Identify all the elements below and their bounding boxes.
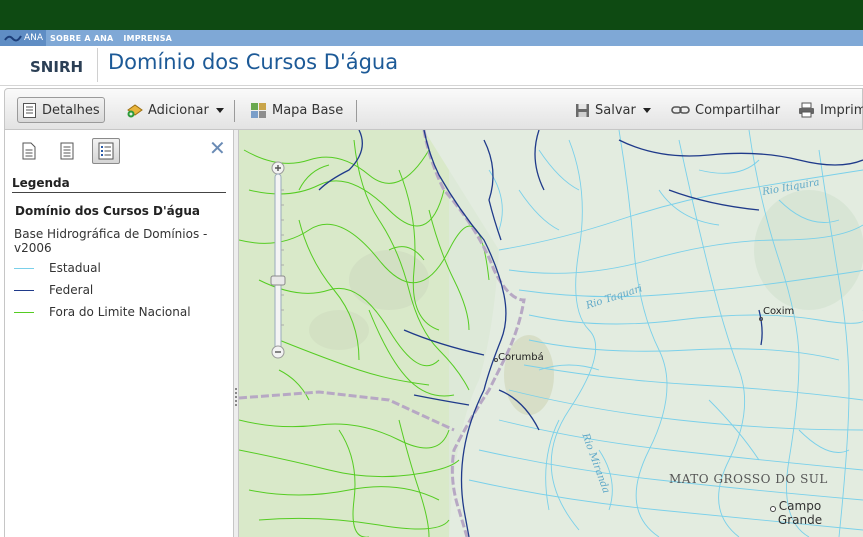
app-header: SNIRH Domínio dos Cursos D'água — [0, 46, 863, 86]
printer-icon — [799, 102, 814, 118]
legend-tab[interactable] — [92, 138, 120, 164]
content-tab[interactable] — [53, 138, 81, 164]
legend-list-icon — [98, 142, 114, 160]
ana-top-bar: ANA SOBRE A ANA IMPRENSA — [0, 30, 863, 46]
legend-panel: ✕ Legenda Domínio dos Cursos D'água Base… — [4, 130, 234, 537]
basemap-button[interactable]: Mapa Base — [250, 97, 343, 123]
legend-item-label: Estadual — [49, 261, 101, 275]
toolbar-divider — [234, 100, 235, 122]
about-tab[interactable] — [15, 138, 43, 164]
label-coxim: Coxim — [763, 306, 795, 317]
details-icon — [23, 102, 36, 118]
city-marker-icon — [770, 506, 776, 512]
chevron-down-icon — [215, 107, 224, 113]
toolbar: Detalhes Adicionar Mapa Base Salvar Comp… — [4, 88, 863, 130]
city-marker-icon — [759, 317, 763, 321]
legend-item-fora-do-limite: Fora do Limite Nacional — [14, 305, 191, 319]
legend-item-label: Fora do Limite Nacional — [49, 305, 191, 319]
save-disk-icon — [576, 103, 589, 117]
legend-swatch — [14, 289, 34, 291]
ana-wave-icon — [4, 35, 22, 42]
legend-heading: Legenda — [12, 176, 226, 193]
header-divider — [97, 48, 98, 82]
document-icon — [22, 142, 36, 160]
toolbar-divider — [356, 100, 357, 122]
splitter-grip[interactable] — [235, 388, 237, 408]
share-button[interactable]: Compartilhar — [671, 97, 780, 123]
ana-logo-text: ANA — [24, 33, 44, 43]
details-button[interactable]: Detalhes — [17, 97, 105, 123]
legend-layer-title: Domínio dos Cursos D'água — [15, 204, 200, 218]
label-corumba: Corumbá — [498, 352, 544, 363]
link-sobre-a-ana[interactable]: SOBRE A ANA — [50, 34, 113, 43]
label-mato-grosso-do-sul: MATO GROSSO DO SUL — [669, 472, 828, 486]
print-button[interactable]: Imprimir — [798, 97, 863, 123]
government-bar — [0, 0, 863, 30]
add-label: Adicionar — [148, 102, 209, 118]
ana-logo[interactable]: ANA — [0, 30, 47, 46]
zoom-slider[interactable] — [270, 160, 286, 360]
link-imprensa[interactable]: IMPRENSA — [123, 34, 172, 43]
map-view[interactable]: Rio Itiquira Rio Taquari Coxim Corumbá R… — [239, 130, 863, 537]
save-label: Salvar — [595, 102, 636, 118]
legend-item-federal: Federal — [14, 283, 93, 297]
label-campo-grande: Campo Grande — [777, 499, 823, 527]
page-title: Domínio dos Cursos D'água — [108, 50, 399, 74]
legend-swatch — [14, 267, 34, 269]
layers-list-icon — [60, 142, 74, 160]
legend-item-label: Federal — [49, 283, 94, 297]
legend-item-estadual: Estadual — [14, 261, 101, 275]
details-label: Detalhes — [42, 102, 100, 118]
zoom-slider-track — [270, 161, 286, 359]
close-icon[interactable]: ✕ — [209, 138, 226, 158]
add-button[interactable]: Adicionar — [126, 97, 224, 123]
legend-swatch — [14, 311, 34, 313]
legend-sublayer-title: Base Hidrográfica de Domínios - v2006 — [14, 227, 208, 255]
link-chain-icon — [671, 106, 690, 114]
basemap-grid-icon — [251, 102, 266, 118]
save-button[interactable]: Salvar — [575, 97, 651, 123]
chevron-down-icon — [642, 107, 651, 113]
city-marker-icon — [494, 358, 498, 362]
share-label: Compartilhar — [695, 102, 781, 118]
brand-snirh[interactable]: SNIRH — [30, 58, 83, 76]
basemap-label: Mapa Base — [272, 102, 344, 118]
add-layer-icon — [127, 104, 143, 118]
print-label: Imprimir — [820, 102, 863, 118]
